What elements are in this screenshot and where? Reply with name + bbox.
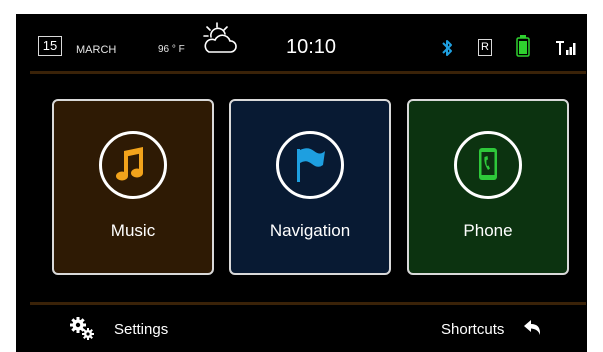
settings-button[interactable]: Settings (70, 314, 190, 344)
month-label: MARCH (76, 44, 117, 56)
partly-cloudy-icon (203, 22, 237, 53)
bottom-divider (30, 302, 586, 305)
navigation-icon-circle (276, 131, 344, 199)
music-icon-circle (99, 131, 167, 199)
radio-indicator: R (478, 39, 492, 56)
signal-icon (556, 41, 576, 55)
music-label: Music (110, 221, 156, 240)
date-day: 15 (38, 36, 62, 56)
return-arrow-icon (524, 320, 540, 335)
clock: 10:10 (286, 36, 337, 58)
phone-icon (479, 148, 497, 180)
top-divider (30, 71, 586, 74)
phone-tile[interactable]: Phone (407, 99, 569, 275)
gears-icon (70, 317, 94, 340)
shortcuts-button[interactable]: Shortcuts (438, 314, 558, 344)
music-tile[interactable]: Music (52, 99, 214, 275)
navigation-label: Navigation (269, 221, 351, 240)
temperature-label: 96 ° F (158, 44, 185, 55)
redaction-block (402, 26, 438, 60)
phone-label: Phone (463, 221, 513, 240)
music-note-icon (116, 147, 143, 181)
battery-icon (516, 35, 530, 57)
flag-icon (297, 148, 325, 182)
bluetooth-icon (442, 40, 452, 56)
phone-icon-circle (454, 131, 522, 199)
head-unit-screen: 15 MARCH 96 ° F 10:10 R Music Navigation… (16, 14, 587, 352)
status-bar: 15 MARCH 96 ° F 10:10 R (16, 14, 587, 72)
settings-label: Settings (114, 321, 169, 338)
shortcuts-label: Shortcuts (441, 321, 505, 338)
navigation-tile[interactable]: Navigation (229, 99, 391, 275)
